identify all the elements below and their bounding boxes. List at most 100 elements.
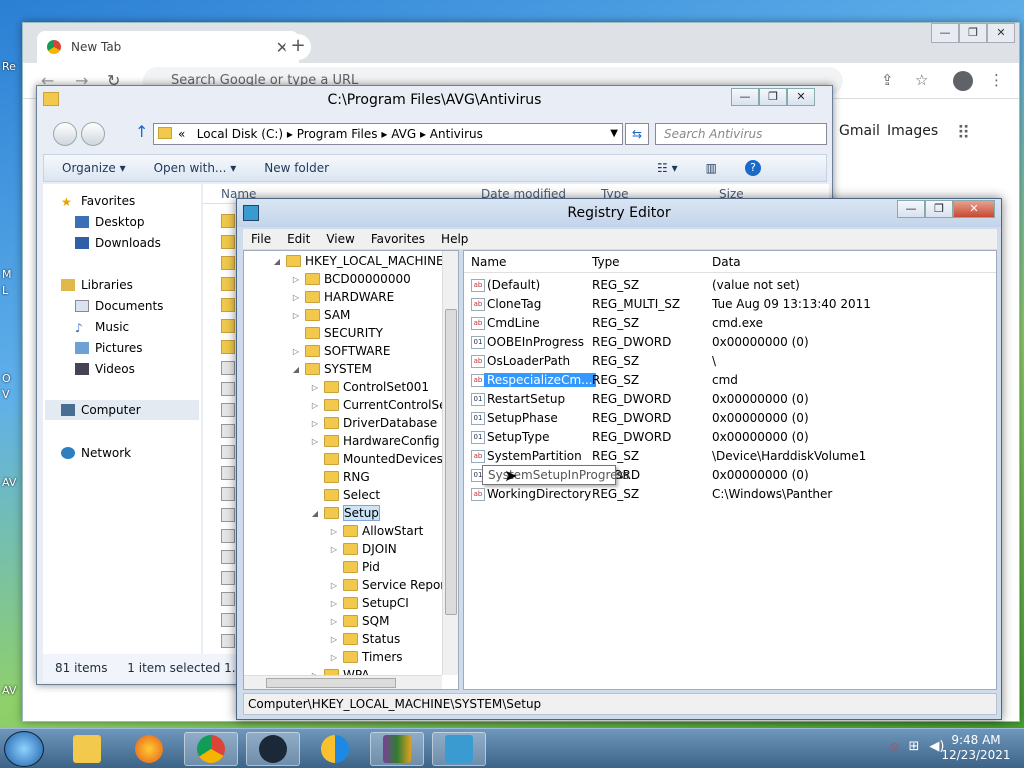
expand-arrow-icon[interactable]: ▷ (329, 599, 339, 608)
tree-node[interactable]: ▷ BCD00000000 (291, 270, 411, 288)
profile-avatar[interactable] (953, 71, 973, 91)
file-item-icon[interactable] (221, 403, 235, 417)
nav-libraries[interactable]: Libraries (61, 278, 133, 292)
gmail-link[interactable]: Gmail (839, 123, 880, 139)
expand-arrow-icon[interactable]: ▷ (329, 527, 339, 536)
help-icon[interactable]: ? (745, 160, 761, 176)
expand-arrow-icon[interactable]: ▷ (329, 581, 339, 590)
file-item-icon[interactable] (221, 298, 235, 312)
file-item-icon[interactable] (221, 445, 235, 459)
nav-network[interactable]: Network (61, 446, 131, 460)
expand-arrow-icon[interactable]: ▷ (329, 653, 339, 662)
file-item-icon[interactable] (221, 550, 235, 564)
forward-button[interactable] (81, 122, 105, 146)
clock[interactable]: 9:48 AM 12/23/2021 (940, 733, 1012, 763)
menu-edit[interactable]: Edit (279, 232, 318, 246)
nav-favorites[interactable]: ★ Favorites (61, 194, 135, 209)
breadcrumb-local-disk[interactable]: Local Disk (C:) (197, 127, 283, 141)
tree-node[interactable]: ▷ Service Report (329, 576, 450, 594)
minimize-button[interactable]: — (897, 200, 925, 218)
maximize-button[interactable]: ❐ (925, 200, 953, 218)
search-input[interactable]: Search Antivirus (655, 123, 827, 145)
file-item-icon[interactable] (221, 571, 235, 585)
file-item-icon[interactable] (221, 529, 235, 543)
file-item-icon[interactable] (221, 634, 235, 648)
nav-videos[interactable]: Videos (75, 362, 135, 376)
file-item-icon[interactable] (221, 487, 235, 501)
expand-arrow-icon[interactable]: ▷ (310, 401, 320, 410)
scroll-thumb[interactable] (445, 309, 457, 615)
column-name[interactable]: Name (471, 255, 506, 269)
file-item-icon[interactable] (221, 508, 235, 522)
tree-node[interactable]: ▷ HARDWARE (291, 288, 394, 306)
maximize-button[interactable]: ❐ (959, 23, 987, 43)
taskbar-explorer[interactable] (60, 732, 114, 766)
tree-node[interactable]: ▷ Timers (329, 648, 403, 666)
expanded-arrow-icon[interactable]: ◢ (291, 365, 301, 374)
bookmark-star-icon[interactable]: ☆ (915, 71, 928, 89)
nav-pictures[interactable]: Pictures (75, 341, 143, 355)
back-button[interactable] (53, 122, 77, 146)
taskbar-winrar[interactable] (370, 732, 424, 766)
tree-node[interactable]: ◢ HKEY_LOCAL_MACHINE (272, 252, 444, 270)
expand-arrow-icon[interactable]: ▷ (310, 419, 320, 428)
taskbar-chrome[interactable] (184, 732, 238, 766)
tree-node[interactable]: ◢ SYSTEM (291, 360, 372, 378)
new-folder-button[interactable]: New folder (264, 161, 329, 175)
network-icon[interactable]: ⊞ (908, 739, 919, 754)
tree-node[interactable]: Select (310, 486, 380, 504)
expand-arrow-icon[interactable]: ▷ (291, 293, 301, 302)
taskbar-avg[interactable] (308, 732, 362, 766)
value-row[interactable]: ab OsLoaderPath REG_SZ \ (464, 352, 996, 371)
value-row[interactable]: ab WorkingDirectory REG_SZ C:\Windows\Panth… (464, 485, 996, 504)
tree-node[interactable]: SECURITY (291, 324, 383, 342)
value-row[interactable]: 01 SetupPhase REG_DWORD 0x00000000 (0) (464, 409, 996, 428)
close-button[interactable]: ✕ (953, 200, 995, 218)
tab-new-tab[interactable]: New Tab ✕ (37, 31, 299, 63)
menu-help[interactable]: Help (433, 232, 476, 246)
expand-arrow-icon[interactable]: ▷ (291, 275, 301, 284)
value-row[interactable]: 01 OOBEInProgress REG_DWORD 0x00000000 (0) (464, 333, 996, 352)
breadcrumb-avg[interactable]: AVG (391, 127, 416, 141)
start-button[interactable] (4, 731, 44, 767)
file-item-icon[interactable] (221, 613, 235, 627)
taskbar-steam[interactable] (246, 732, 300, 766)
breadcrumb-overflow[interactable]: « (178, 127, 185, 141)
nav-desktop[interactable]: Desktop (75, 215, 145, 229)
file-item-icon[interactable] (221, 319, 235, 333)
expand-arrow-icon[interactable]: ▷ (310, 437, 320, 446)
tree-node[interactable]: ▷ Status (329, 630, 400, 648)
tree-node[interactable]: ▷ AllowStart (329, 522, 423, 540)
scroll-thumb[interactable] (266, 678, 396, 688)
file-item-icon[interactable] (221, 592, 235, 606)
value-row[interactable]: ab (Default) REG_SZ (value not set) (464, 276, 996, 295)
taskbar-firefox[interactable] (122, 732, 176, 766)
tree-node[interactable]: ▷ ControlSet001 (310, 378, 429, 396)
file-item-icon[interactable] (221, 256, 235, 270)
expand-arrow-icon[interactable]: ▷ (329, 635, 339, 644)
minimize-button[interactable]: — (931, 23, 959, 43)
security-alert-icon[interactable]: ⦸ (890, 739, 898, 754)
preview-pane-icon[interactable]: ▥ (706, 161, 717, 175)
tree-node[interactable]: RNG (310, 468, 370, 486)
file-item-icon[interactable] (221, 340, 235, 354)
column-type[interactable]: Type (592, 255, 620, 269)
expand-arrow-icon[interactable]: ▷ (291, 311, 301, 320)
menu-file[interactable]: File (243, 232, 279, 246)
breadcrumb-antivirus[interactable]: Antivirus (430, 127, 483, 141)
tree-horizontal-scrollbar[interactable] (244, 675, 442, 689)
chevron-down-icon[interactable]: ▼ (610, 124, 618, 144)
menu-dots-icon[interactable]: ⋮ (989, 71, 1004, 89)
value-row[interactable]: 01 RestartSetup REG_DWORD 0x00000000 (0) (464, 390, 996, 409)
expanded-arrow-icon[interactable]: ◢ (310, 509, 320, 518)
tree-vertical-scrollbar[interactable] (442, 251, 458, 675)
expanded-arrow-icon[interactable]: ◢ (272, 257, 282, 266)
menu-favorites[interactable]: Favorites (363, 232, 433, 246)
tree-node[interactable]: ▷ HardwareConfig (310, 432, 440, 450)
tree-node[interactable]: ▷ SOFTWARE (291, 342, 391, 360)
tree-node[interactable]: ▷ DJOIN (329, 540, 397, 558)
menu-view[interactable]: View (318, 232, 362, 246)
value-row[interactable]: ab CmdLine REG_SZ cmd.exe (464, 314, 996, 333)
tree-node[interactable]: ▷ CurrentControlSet (310, 396, 451, 414)
value-row[interactable]: ab SystemPartition REG_SZ \Device\HarddiskV… (464, 447, 996, 466)
